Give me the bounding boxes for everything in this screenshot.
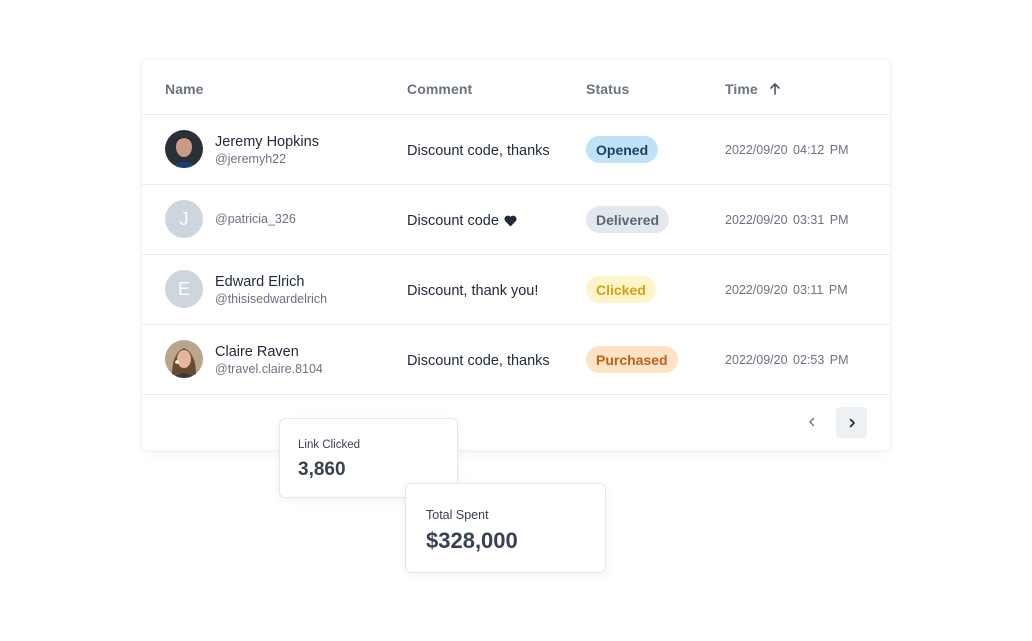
stat-label: Link Clicked: [298, 439, 360, 451]
total-spent-card: Total Spent $328,000: [405, 483, 606, 573]
comment-text: Discount code, thanks: [407, 143, 550, 159]
user-handle: @jeremyh22: [215, 152, 287, 166]
stat-value: 3,860: [298, 459, 346, 480]
pagination-next-button[interactable]: [836, 407, 867, 438]
status-badge: Clicked: [586, 276, 656, 303]
status-badge: Opened: [586, 136, 659, 163]
table-row[interactable]: Jeremy Hopkins @jeremyh22 Discount code,…: [142, 115, 890, 185]
user-handle: @travel.claire.8104: [215, 362, 323, 376]
column-header-time[interactable]: Time: [725, 81, 782, 97]
timestamp: 2022/09/20 04:12 PM: [725, 143, 849, 157]
table-header: Name Comment Status Time: [142, 60, 890, 115]
column-header-name[interactable]: Name: [165, 81, 204, 97]
chevron-left-icon: [809, 417, 815, 427]
comment-text: Discount code: [407, 213, 517, 229]
comment-text: Discount code, thanks: [407, 353, 550, 369]
table-row[interactable]: J @patricia_326 Discount code Delivered …: [142, 185, 890, 255]
avatar: J: [165, 200, 203, 238]
comment-label: Discount code, thanks: [407, 143, 550, 159]
status-badge: Delivered: [586, 206, 670, 233]
arrow-up-icon[interactable]: [768, 82, 782, 96]
user-name: Jeremy Hopkins: [215, 134, 319, 150]
avatar-photo-icon: [165, 340, 203, 378]
table-row[interactable]: Claire Raven @travel.claire.8104 Discoun…: [142, 325, 890, 395]
status-badge: Purchased: [586, 346, 678, 373]
user-name: Claire Raven: [215, 344, 299, 360]
avatar: E: [165, 270, 203, 308]
chevron-right-icon: [849, 418, 855, 427]
stat-label: Total Spent: [426, 508, 489, 522]
avatar: [165, 130, 203, 168]
heart-icon: [504, 215, 517, 227]
table-row[interactable]: E Edward Elrich @thisisedwardelrich Disc…: [142, 255, 890, 325]
column-header-comment[interactable]: Comment: [407, 81, 472, 97]
comment-label: Discount, thank you!: [407, 283, 539, 299]
avatar: [165, 340, 203, 378]
user-name: Edward Elrich: [215, 274, 305, 290]
user-handle: @thisisedwardelrich: [215, 292, 328, 306]
comment-label: Discount code: [407, 213, 499, 229]
stage: Name Comment Status Time Jeremy Hopkins: [0, 0, 1032, 641]
user-handle: @patricia_326: [215, 212, 296, 226]
timestamp: 2022/09/20 03:11 PM: [725, 283, 848, 297]
comment-text: Discount, thank you!: [407, 283, 538, 299]
messages-table: Name Comment Status Time Jeremy Hopkins: [142, 60, 890, 450]
avatar-photo-icon: [165, 130, 203, 168]
column-header-status[interactable]: Status: [586, 81, 629, 97]
column-header-time-label: Time: [725, 81, 758, 97]
timestamp: 2022/09/20 02:53 PM: [725, 353, 849, 367]
comment-label: Discount code, thanks: [407, 353, 550, 369]
stat-value: $328,000: [426, 528, 518, 553]
timestamp: 2022/09/20 03:31 PM: [725, 213, 849, 227]
pagination-prev-button[interactable]: [798, 408, 826, 436]
